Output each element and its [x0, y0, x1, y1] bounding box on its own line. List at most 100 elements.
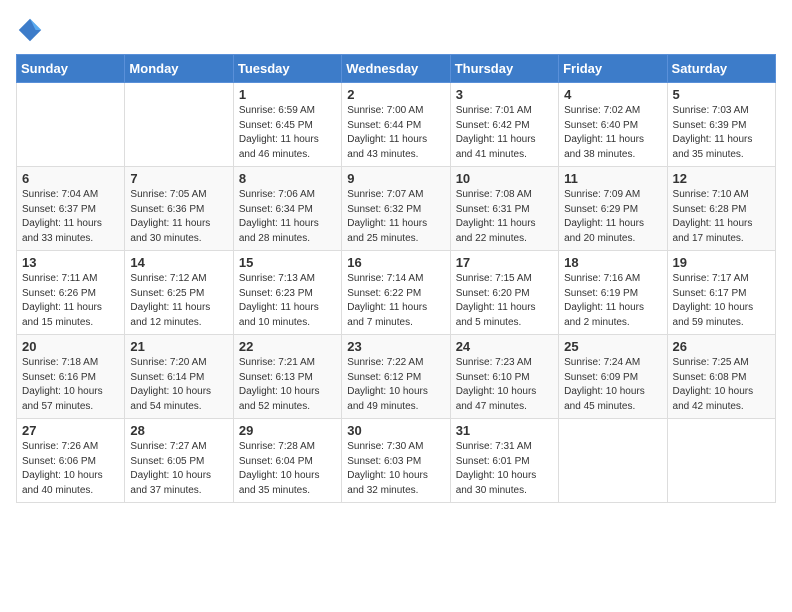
day-number: 10 [456, 171, 553, 186]
calendar-cell: 26 Sunrise: 7:25 AM Sunset: 6:08 PM Dayli… [667, 335, 775, 419]
day-info: Sunrise: 7:17 AM Sunset: 6:17 PM Dayligh… [673, 272, 770, 330]
day-number: 17 [456, 255, 553, 270]
day-number: 19 [673, 255, 770, 270]
calendar-cell: 31 Sunrise: 7:31 AM Sunset: 6:01 PM Dayli… [450, 419, 558, 503]
day-info: Sunrise: 7:12 AM Sunset: 6:25 PM Dayligh… [130, 272, 227, 330]
calendar-week-4: 20Sunrise: 7:18 AM Sunset: 6:16 PM Dayli… [17, 335, 776, 419]
weekday-header-tuesday: Tuesday [233, 55, 341, 83]
day-number: 28 [130, 423, 227, 438]
day-info: Sunrise: 7:08 AM Sunset: 6:31 PM Dayligh… [456, 188, 553, 246]
day-number: 31 [456, 423, 553, 438]
calendar-week-1: 1 Sunrise: 6:59 AM Sunset: 6:45 PM Daylig… [17, 83, 776, 167]
weekday-header-thursday: Thursday [450, 55, 558, 83]
day-info: Sunrise: 7:07 AM Sunset: 6:32 PM Dayligh… [347, 188, 444, 246]
day-number: 11 [564, 171, 661, 186]
day-info: Sunrise: 7:02 AM Sunset: 6:40 PM Dayligh… [564, 104, 661, 162]
calendar-cell: 12 Sunrise: 7:10 AM Sunset: 6:28 PM Dayli… [667, 167, 775, 251]
weekday-header-monday: Monday [125, 55, 233, 83]
day-number: 6 [22, 171, 119, 186]
calendar-cell: 24 Sunrise: 7:23 AM Sunset: 6:10 PM Dayli… [450, 335, 558, 419]
day-info: Sunrise: 7:21 AM Sunset: 6:13 PM Dayligh… [239, 356, 336, 414]
calendar-cell: 2 Sunrise: 7:00 AM Sunset: 6:44 PM Daylig… [342, 83, 450, 167]
calendar-cell: 28 Sunrise: 7:27 AM Sunset: 6:05 PM Dayli… [125, 419, 233, 503]
day-number: 15 [239, 255, 336, 270]
day-number: 4 [564, 87, 661, 102]
day-info: Sunrise: 7:18 AM Sunset: 6:16 PM Dayligh… [22, 356, 119, 414]
weekday-header-sunday: Sunday [17, 55, 125, 83]
calendar-cell: 5 Sunrise: 7:03 AM Sunset: 6:39 PM Daylig… [667, 83, 775, 167]
day-info: Sunrise: 7:26 AM Sunset: 6:06 PM Dayligh… [22, 440, 119, 498]
day-info: Sunrise: 7:23 AM Sunset: 6:10 PM Dayligh… [456, 356, 553, 414]
day-number: 7 [130, 171, 227, 186]
weekday-header-saturday: Saturday [667, 55, 775, 83]
day-info: Sunrise: 7:20 AM Sunset: 6:14 PM Dayligh… [130, 356, 227, 414]
calendar-cell: 3Sunrise: 7:01 AM Sunset: 6:42 PM Daylig… [450, 83, 558, 167]
day-info: Sunrise: 7:31 AM Sunset: 6:01 PM Dayligh… [456, 440, 553, 498]
calendar-cell [17, 83, 125, 167]
calendar-cell: 15 Sunrise: 7:13 AM Sunset: 6:23 PM Dayli… [233, 251, 341, 335]
calendar-cell [667, 419, 775, 503]
day-info: Sunrise: 7:27 AM Sunset: 6:05 PM Dayligh… [130, 440, 227, 498]
calendar-cell: 17 Sunrise: 7:15 AM Sunset: 6:20 PM Dayli… [450, 251, 558, 335]
calendar-week-3: 13Sunrise: 7:11 AM Sunset: 6:26 PM Dayli… [17, 251, 776, 335]
day-info: Sunrise: 7:14 AM Sunset: 6:22 PM Dayligh… [347, 272, 444, 330]
day-number: 18 [564, 255, 661, 270]
day-number: 9 [347, 171, 444, 186]
day-info: Sunrise: 7:22 AM Sunset: 6:12 PM Dayligh… [347, 356, 444, 414]
day-number: 5 [673, 87, 770, 102]
calendar-cell: 21 Sunrise: 7:20 AM Sunset: 6:14 PM Dayli… [125, 335, 233, 419]
day-info: Sunrise: 7:04 AM Sunset: 6:37 PM Dayligh… [22, 188, 119, 246]
calendar-cell: 25 Sunrise: 7:24 AM Sunset: 6:09 PM Dayli… [559, 335, 667, 419]
page-header [16, 16, 776, 44]
day-info: Sunrise: 7:13 AM Sunset: 6:23 PM Dayligh… [239, 272, 336, 330]
day-number: 21 [130, 339, 227, 354]
weekday-header-wednesday: Wednesday [342, 55, 450, 83]
calendar-cell: 11 Sunrise: 7:09 AM Sunset: 6:29 PM Dayli… [559, 167, 667, 251]
calendar-cell: 13Sunrise: 7:11 AM Sunset: 6:26 PM Dayli… [17, 251, 125, 335]
calendar-cell: 14 Sunrise: 7:12 AM Sunset: 6:25 PM Dayli… [125, 251, 233, 335]
calendar-cell: 29 Sunrise: 7:28 AM Sunset: 6:04 PM Dayli… [233, 419, 341, 503]
day-number: 30 [347, 423, 444, 438]
day-info: Sunrise: 6:59 AM Sunset: 6:45 PM Dayligh… [239, 104, 336, 162]
calendar-cell: 8 Sunrise: 7:06 AM Sunset: 6:34 PM Daylig… [233, 167, 341, 251]
day-number: 13 [22, 255, 119, 270]
calendar-table: SundayMondayTuesdayWednesdayThursdayFrid… [16, 54, 776, 503]
day-number: 12 [673, 171, 770, 186]
day-info: Sunrise: 7:00 AM Sunset: 6:44 PM Dayligh… [347, 104, 444, 162]
day-number: 24 [456, 339, 553, 354]
weekday-header-row: SundayMondayTuesdayWednesdayThursdayFrid… [17, 55, 776, 83]
day-info: Sunrise: 7:06 AM Sunset: 6:34 PM Dayligh… [239, 188, 336, 246]
day-number: 26 [673, 339, 770, 354]
day-info: Sunrise: 7:30 AM Sunset: 6:03 PM Dayligh… [347, 440, 444, 498]
calendar-cell: 22Sunrise: 7:21 AM Sunset: 6:13 PM Dayli… [233, 335, 341, 419]
day-info: Sunrise: 7:10 AM Sunset: 6:28 PM Dayligh… [673, 188, 770, 246]
calendar-week-2: 6 Sunrise: 7:04 AM Sunset: 6:37 PM Daylig… [17, 167, 776, 251]
calendar-cell: 6 Sunrise: 7:04 AM Sunset: 6:37 PM Daylig… [17, 167, 125, 251]
day-number: 16 [347, 255, 444, 270]
calendar-cell: 23 Sunrise: 7:22 AM Sunset: 6:12 PM Dayli… [342, 335, 450, 419]
calendar-cell: 30 Sunrise: 7:30 AM Sunset: 6:03 PM Dayli… [342, 419, 450, 503]
day-number: 14 [130, 255, 227, 270]
day-number: 1 [239, 87, 336, 102]
calendar-cell: 19 Sunrise: 7:17 AM Sunset: 6:17 PM Dayli… [667, 251, 775, 335]
day-info: Sunrise: 7:25 AM Sunset: 6:08 PM Dayligh… [673, 356, 770, 414]
weekday-header-friday: Friday [559, 55, 667, 83]
day-number: 29 [239, 423, 336, 438]
calendar-cell: 10 Sunrise: 7:08 AM Sunset: 6:31 PM Dayli… [450, 167, 558, 251]
day-number: 25 [564, 339, 661, 354]
day-info: Sunrise: 7:05 AM Sunset: 6:36 PM Dayligh… [130, 188, 227, 246]
calendar-cell: 1 Sunrise: 6:59 AM Sunset: 6:45 PM Daylig… [233, 83, 341, 167]
calendar-cell: 27Sunrise: 7:26 AM Sunset: 6:06 PM Dayli… [17, 419, 125, 503]
day-number: 2 [347, 87, 444, 102]
day-number: 3 [456, 87, 553, 102]
day-info: Sunrise: 7:15 AM Sunset: 6:20 PM Dayligh… [456, 272, 553, 330]
calendar-cell: 18 Sunrise: 7:16 AM Sunset: 6:19 PM Dayli… [559, 251, 667, 335]
day-info: Sunrise: 7:28 AM Sunset: 6:04 PM Dayligh… [239, 440, 336, 498]
day-info: Sunrise: 7:09 AM Sunset: 6:29 PM Dayligh… [564, 188, 661, 246]
day-info: Sunrise: 7:16 AM Sunset: 6:19 PM Dayligh… [564, 272, 661, 330]
day-info: Sunrise: 7:24 AM Sunset: 6:09 PM Dayligh… [564, 356, 661, 414]
day-info: Sunrise: 7:03 AM Sunset: 6:39 PM Dayligh… [673, 104, 770, 162]
calendar-week-5: 27Sunrise: 7:26 AM Sunset: 6:06 PM Dayli… [17, 419, 776, 503]
day-number: 23 [347, 339, 444, 354]
day-number: 8 [239, 171, 336, 186]
